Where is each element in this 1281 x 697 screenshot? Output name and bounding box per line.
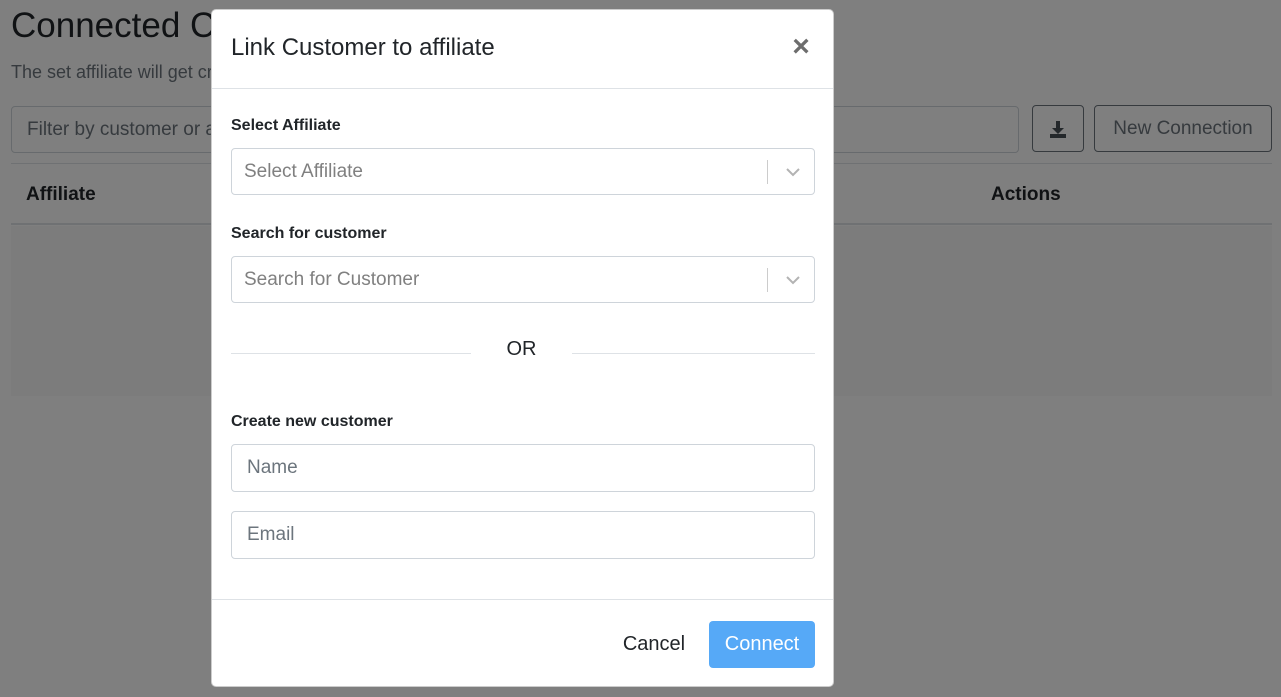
divider-line (572, 353, 815, 354)
close-icon[interactable]: × (789, 32, 813, 62)
or-text: OR (506, 338, 537, 360)
name-field[interactable] (231, 444, 815, 492)
modal-header: Link Customer to affiliate × (212, 10, 833, 89)
link-customer-modal: Link Customer to affiliate × Select Affi… (211, 9, 834, 687)
select-affiliate-label: Select Affiliate (231, 117, 341, 134)
dropdown-separator (767, 160, 768, 184)
search-customer-dropdown[interactable]: Search for Customer (231, 256, 815, 303)
chevron-down-icon[interactable] (784, 271, 802, 289)
connect-button[interactable]: Connect (709, 621, 815, 668)
modal-title: Link Customer to affiliate (231, 34, 495, 61)
cancel-button[interactable]: Cancel (612, 621, 696, 668)
or-divider: OR (231, 335, 815, 365)
create-customer-label: Create new customer (231, 413, 393, 430)
search-customer-label: Search for customer (231, 225, 387, 242)
search-customer-placeholder: Search for Customer (244, 269, 420, 290)
email-field[interactable] (231, 511, 815, 559)
chevron-down-icon[interactable] (784, 163, 802, 181)
modal-footer: Cancel Connect (212, 599, 833, 688)
dropdown-separator (767, 268, 768, 292)
select-affiliate-dropdown[interactable]: Select Affiliate (231, 148, 815, 195)
select-affiliate-placeholder: Select Affiliate (244, 161, 364, 182)
divider-line (231, 353, 471, 354)
